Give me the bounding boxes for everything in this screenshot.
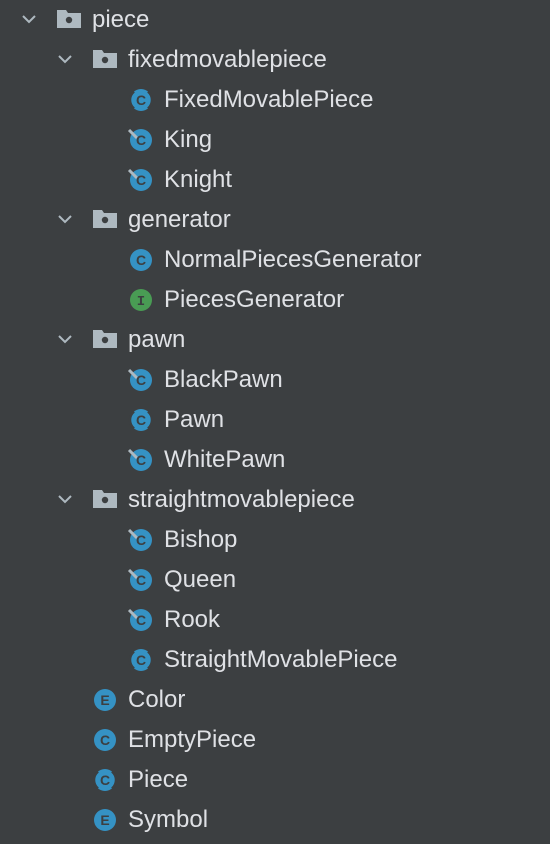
tree-node-piece-class[interactable]: C Piece <box>0 760 550 800</box>
svg-text:C: C <box>136 532 146 548</box>
svg-text:C: C <box>136 372 146 388</box>
tree-node-label: straightmovablepiece <box>128 486 355 513</box>
class-icon: C <box>127 166 155 194</box>
tree-node-straightmovablepiece-class[interactable]: C StraightMovablePiece <box>0 640 550 680</box>
svg-text:I: I <box>137 294 145 310</box>
class-icon: C <box>127 446 155 474</box>
tree-node-label: Pawn <box>164 406 225 433</box>
tree-node-emptypiece[interactable]: C EmptyPiece <box>0 720 550 760</box>
tree-node-pawn[interactable]: pawn <box>0 320 550 360</box>
tree-node-label: Rook <box>164 606 221 633</box>
tree-node-label: generator <box>128 206 231 233</box>
svg-text:C: C <box>100 772 110 788</box>
svg-text:C: C <box>136 412 146 428</box>
svg-text:E: E <box>100 812 109 828</box>
tree-node-label: piece <box>92 6 150 33</box>
tree-node-label: Bishop <box>164 526 238 553</box>
tree-node-normalpiecesgenerator[interactable]: C NormalPiecesGenerator <box>0 240 550 280</box>
tree-node-color[interactable]: E Color <box>0 680 550 720</box>
svg-text:C: C <box>136 92 146 108</box>
class-icon: C <box>127 126 155 154</box>
svg-text:C: C <box>136 172 146 188</box>
tree-node-label: StraightMovablePiece <box>164 646 398 673</box>
svg-text:C: C <box>136 652 146 668</box>
class-icon: C <box>127 566 155 594</box>
tree-node-straightmovablepiece[interactable]: straightmovablepiece <box>0 480 550 520</box>
tree-node-label: Queen <box>164 566 237 593</box>
tree-node-label: FixedMovablePiece <box>164 86 374 113</box>
tree-node-piece[interactable]: piece <box>0 0 550 40</box>
tree-node-bishop[interactable]: C Bishop <box>0 520 550 560</box>
tree-node-label: EmptyPiece <box>128 726 257 753</box>
enum-icon: E <box>91 806 119 834</box>
svg-text:C: C <box>136 452 146 468</box>
abstract-class-icon: C <box>91 766 119 794</box>
tree-node-label: NormalPiecesGenerator <box>164 246 422 273</box>
tree-node-label: Color <box>128 686 186 713</box>
tree-node-pawn-class[interactable]: C Pawn <box>0 400 550 440</box>
svg-text:C: C <box>136 252 146 268</box>
svg-text:C: C <box>136 572 146 588</box>
tree-node-label: WhitePawn <box>164 446 286 473</box>
abstract-class-icon: C <box>127 406 155 434</box>
class-icon: C <box>127 606 155 634</box>
tree-node-label: PiecesGenerator <box>164 286 345 313</box>
abstract-class-icon: C <box>127 646 155 674</box>
class-icon: C <box>127 246 155 274</box>
tree-node-label: Knight <box>164 166 233 193</box>
class-icon: C <box>127 366 155 394</box>
package-icon <box>91 484 119 512</box>
chevron-down-icon[interactable] <box>56 490 74 508</box>
svg-text:E: E <box>100 692 109 708</box>
tree-node-label: Piece <box>128 766 189 793</box>
abstract-class-icon: C <box>127 86 155 114</box>
tree-node-generator[interactable]: generator <box>0 200 550 240</box>
svg-text:C: C <box>136 612 146 628</box>
package-icon <box>91 44 119 72</box>
package-icon <box>55 4 83 32</box>
tree-node-piecesgenerator[interactable]: I PiecesGenerator <box>0 280 550 320</box>
svg-text:C: C <box>100 732 110 748</box>
chevron-down-icon[interactable] <box>56 50 74 68</box>
class-icon: C <box>127 526 155 554</box>
chevron-down-icon[interactable] <box>56 210 74 228</box>
tree-node-label: BlackPawn <box>164 366 283 393</box>
tree-node-label: King <box>164 126 213 153</box>
tree-node-knight[interactable]: C Knight <box>0 160 550 200</box>
svg-text:C: C <box>136 132 146 148</box>
tree-node-blackpawn[interactable]: C BlackPawn <box>0 360 550 400</box>
tree-node-queen[interactable]: C Queen <box>0 560 550 600</box>
project-tree: piece fixedmovablepiece C FixedMovablePi… <box>0 0 550 844</box>
chevron-down-icon[interactable] <box>20 10 38 28</box>
package-icon <box>91 324 119 352</box>
package-icon <box>91 204 119 232</box>
tree-node-whitepawn[interactable]: C WhitePawn <box>0 440 550 480</box>
tree-node-symbol[interactable]: E Symbol <box>0 800 550 840</box>
chevron-down-icon[interactable] <box>56 330 74 348</box>
interface-icon: I <box>127 286 155 314</box>
tree-node-king[interactable]: C King <box>0 120 550 160</box>
tree-node-label: Symbol <box>128 806 209 833</box>
tree-node-fixedmovablepiece-class[interactable]: C FixedMovablePiece <box>0 80 550 120</box>
tree-node-label: fixedmovablepiece <box>128 46 327 73</box>
tree-node-label: pawn <box>128 326 186 353</box>
class-icon: C <box>91 726 119 754</box>
tree-node-rook[interactable]: C Rook <box>0 600 550 640</box>
enum-icon: E <box>91 686 119 714</box>
tree-node-fixedmovablepiece[interactable]: fixedmovablepiece <box>0 40 550 80</box>
